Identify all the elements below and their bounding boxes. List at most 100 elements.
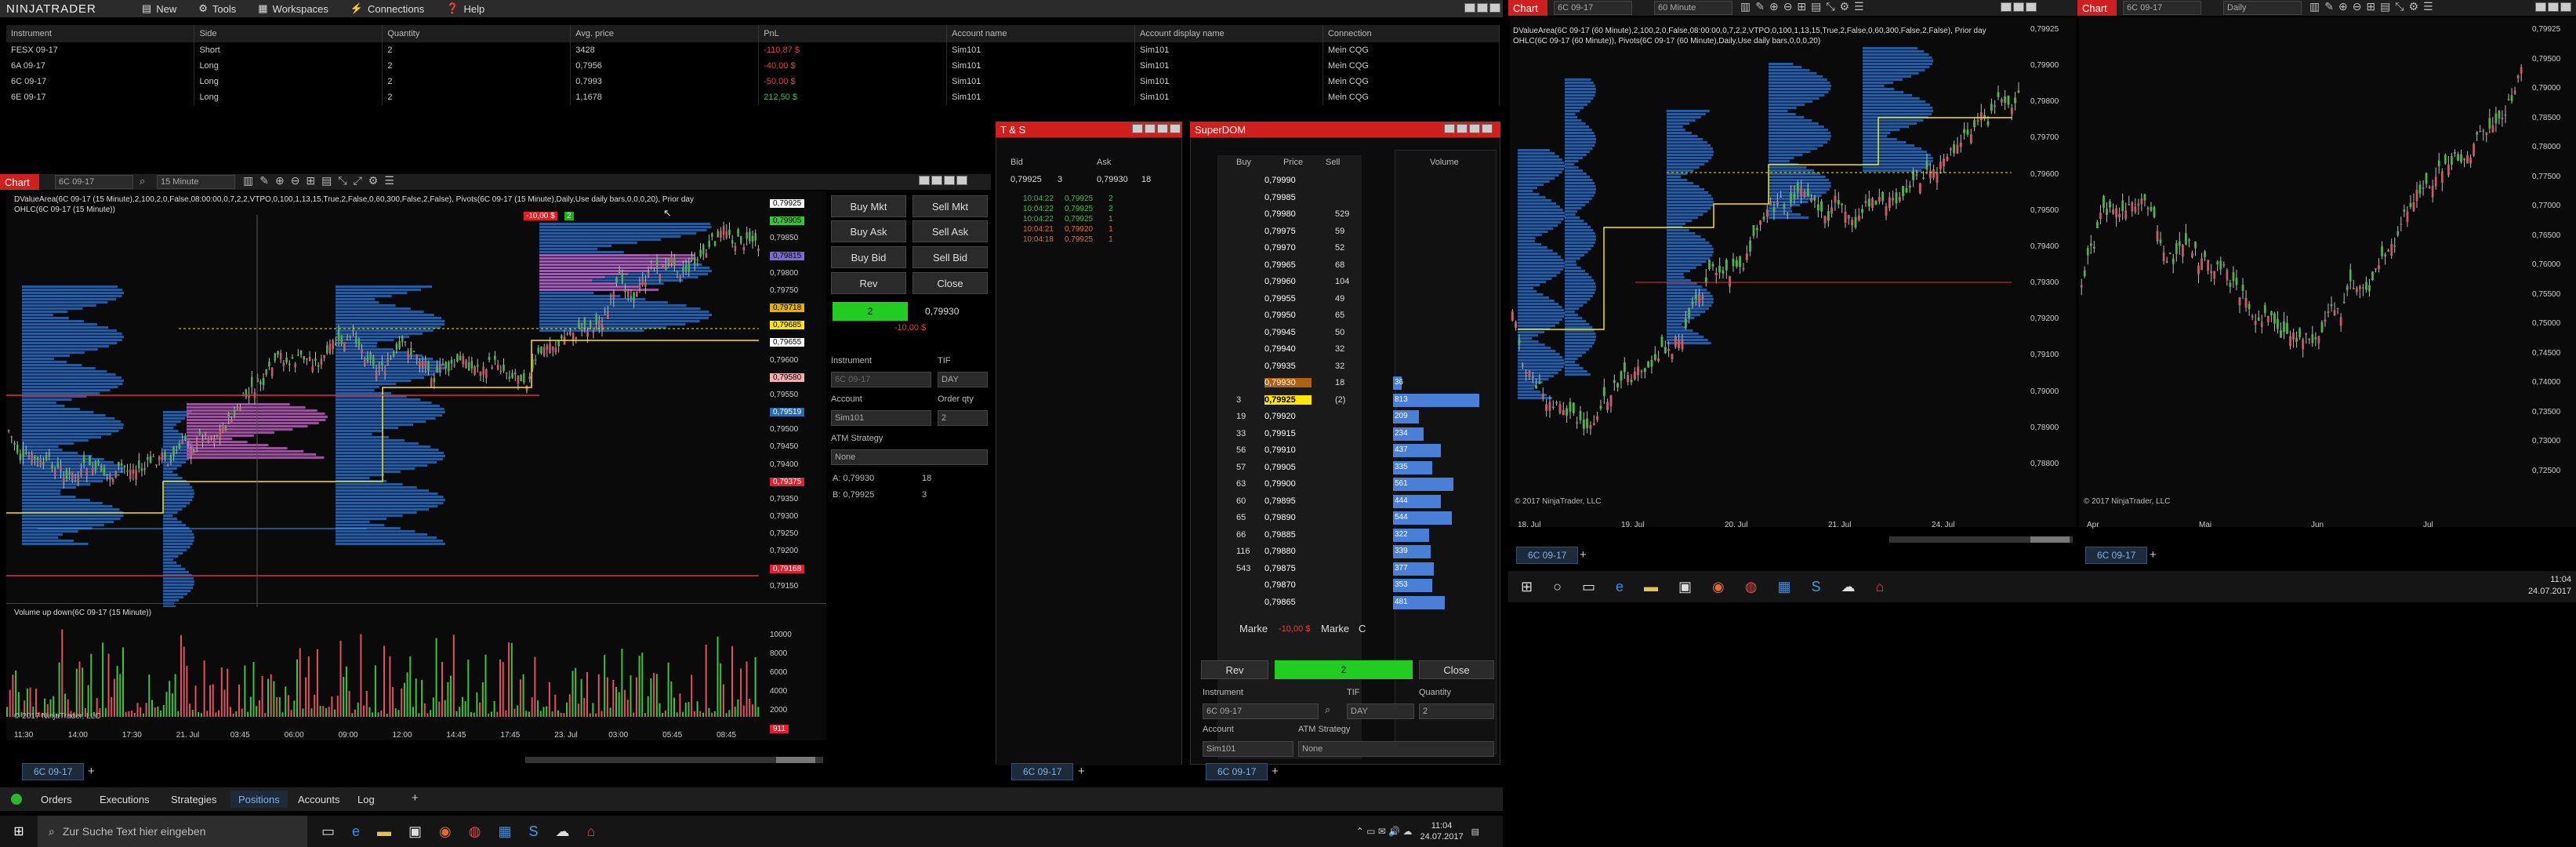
teamviewer-icon[interactable]: ▦: [498, 823, 511, 840]
close-button[interactable]: [2026, 2, 2037, 12]
chart-tool-icons[interactable]: ▥✎⊕⊖⊞▤⤡⚙☰: [1740, 0, 1869, 13]
windows-start-icon[interactable]: ⊞: [0, 823, 38, 839]
add-tab-button[interactable]: +: [1272, 765, 1279, 778]
add-tab-button[interactable]: +: [412, 791, 419, 805]
chart2-time-axis[interactable]: 18. Jul 19. Jul 20. Jul 21. Jul 24. Jul: [1510, 521, 2027, 532]
menu-new[interactable]: ▤ New: [142, 2, 176, 15]
positions-col-header[interactable]: Account name: [946, 25, 1136, 42]
dom-cell[interactable]: 0,79885: [1264, 530, 1312, 540]
explorer-icon[interactable]: ▬: [377, 823, 391, 840]
dom-cell[interactable]: 0,79940: [1264, 344, 1312, 354]
tif-select[interactable]: DAY: [938, 372, 988, 387]
dom-row[interactable]: 33 0,79915 234: [1217, 426, 1500, 442]
tab-strategies[interactable]: Strategies: [163, 791, 225, 808]
dom-row[interactable]: 0,79970 52: [1217, 240, 1500, 256]
dom-row[interactable]: 0,79960 104: [1217, 274, 1500, 290]
order-qty-stepper[interactable]: 2: [938, 410, 988, 426]
dom-cell[interactable]: 0,79930: [1264, 378, 1312, 387]
dom-cell[interactable]: 32: [1335, 362, 1366, 371]
sell-bid-button[interactable]: Sell Bid: [912, 246, 988, 268]
close-button[interactable]: [1489, 3, 1500, 13]
positions-col-header[interactable]: Instrument: [6, 25, 195, 42]
firefox-icon[interactable]: ◉: [439, 823, 452, 840]
dom-instrument-select[interactable]: 6C 09-17: [1203, 703, 1319, 719]
sell-ask-button[interactable]: Sell Ask: [912, 220, 988, 242]
chart2-scrollbar[interactable]: [1889, 536, 2073, 543]
menu-help[interactable]: ❓ Help: [446, 2, 484, 15]
chart2-instrument-select[interactable]: 6C 09-17: [1554, 1, 1632, 15]
dom-row[interactable]: 0,79985: [1217, 190, 1500, 206]
tray-icons[interactable]: ⌃ ▭ ✉ 🔊 ☁: [1356, 826, 1413, 837]
chart1-period-select[interactable]: 15 Minute: [157, 175, 235, 189]
chart1-price-axis[interactable]: 0,79925 0,79905 0,79850 0,79815 0,79800 0,797…: [767, 191, 826, 740]
dom-row[interactable]: 66 0,79885 322: [1217, 527, 1500, 543]
dom-cell[interactable]: 0,79865: [1264, 598, 1312, 607]
notification-icon[interactable]: ▤: [1471, 827, 1479, 837]
maximize-button[interactable]: [1469, 124, 1480, 133]
firefox-icon[interactable]: ◉: [1712, 579, 1725, 595]
chart1-instrument-select[interactable]: 6C 09-17: [55, 175, 133, 189]
dom-cell[interactable]: 32: [1335, 344, 1366, 354]
dom-cell[interactable]: 104: [1335, 277, 1366, 286]
dom-cell[interactable]: 0,79920: [1264, 412, 1312, 421]
skype-icon[interactable]: S: [1811, 579, 1820, 595]
dom-row[interactable]: 63 0,79900 561: [1217, 476, 1500, 493]
maximize-button[interactable]: [2560, 2, 2571, 12]
dom-row[interactable]: 0,79975 59: [1217, 224, 1500, 240]
dom-row[interactable]: 19 0,79920 209: [1217, 409, 1500, 425]
chart1-time-axis[interactable]: 11:30 14:00 17:30 21. Jul 03:45 06:00 09:00 12:…: [6, 731, 763, 742]
dom-row[interactable]: 65 0,79890 544: [1217, 510, 1500, 526]
atm-select[interactable]: None: [831, 449, 988, 465]
dom-cell[interactable]: 0,79905: [1264, 463, 1312, 472]
ninjatrader-icon[interactable]: ⌂: [1875, 579, 1884, 595]
menu-tools[interactable]: ⚙ Tools: [198, 2, 236, 15]
dom-atm-select[interactable]: None: [1298, 741, 1494, 757]
dom-row[interactable]: 0,79870 353: [1217, 577, 1500, 594]
network-app-icon[interactable]: ☁: [556, 823, 570, 840]
dom-cell[interactable]: 0,79915: [1264, 429, 1312, 438]
minimize-button[interactable]: [2548, 2, 2559, 12]
dom-cell[interactable]: 0,79985: [1264, 193, 1312, 202]
positions-row[interactable]: 6C 09-17 Long 2 0,7993 -50,00 $ Sim101 Sim101 M…: [6, 74, 1500, 89]
dom-cell[interactable]: 0,79880: [1264, 547, 1312, 556]
dom-cell[interactable]: 0,79875: [1264, 564, 1312, 573]
maximize-button[interactable]: [1477, 3, 1488, 13]
add-tab-button[interactable]: +: [2150, 548, 2157, 562]
ts-instrument-tab[interactable]: 6C 09-17: [1011, 763, 1074, 780]
search-icon[interactable]: ⌕: [140, 175, 145, 187]
tab-positions[interactable]: Positions: [230, 791, 288, 808]
dom-cell[interactable]: 0,79980: [1264, 209, 1312, 219]
dom-qty-stepper[interactable]: 2: [1419, 703, 1494, 719]
market-sell-button[interactable]: Marke: [1321, 623, 1349, 634]
dom-row[interactable]: 543 0,79875 377: [1217, 561, 1500, 577]
chart3-instrument-tab[interactable]: 6C 09-17: [2085, 547, 2148, 564]
positions-col-header[interactable]: Quantity: [382, 25, 571, 42]
dom-cell[interactable]: 0,79945: [1264, 328, 1312, 337]
add-tab-button[interactable]: +: [88, 765, 95, 778]
positions-col-header[interactable]: Side: [194, 25, 383, 42]
taskbar-search[interactable]: ⌕ Zur Suche Text hier eingeben: [38, 816, 307, 847]
positions-col-header[interactable]: Avg. price: [570, 25, 760, 42]
maximize-button[interactable]: [1157, 124, 1168, 133]
chrome-icon[interactable]: ◍: [1745, 579, 1758, 595]
dom-cell[interactable]: 0,79950: [1264, 311, 1312, 320]
minimize-button[interactable]: [1457, 124, 1468, 133]
dom-row[interactable]: 56 0,79910 437: [1217, 442, 1500, 459]
dom-row[interactable]: 0,79865 481: [1217, 594, 1500, 611]
teamviewer-icon[interactable]: ▦: [1777, 579, 1791, 595]
positions-col-header[interactable]: Account display name: [1134, 25, 1323, 42]
task-view-icon[interactable]: ▭: [1582, 579, 1595, 595]
chart3-instrument-select[interactable]: 6C 09-17: [2123, 1, 2201, 15]
dom-cell[interactable]: 529: [1335, 209, 1366, 219]
close-position-button[interactable]: Close: [912, 272, 988, 294]
chart2-area[interactable]: DValueArea(6C 09-17 (60 Minute),2,100,2,…: [1510, 17, 2076, 529]
link-button[interactable]: [1132, 124, 1143, 133]
dom-cell[interactable]: 49: [1335, 294, 1366, 304]
chart3-area[interactable]: 0,79925 0,79500 0,79000 0,78500 0,78000 0,775…: [2079, 17, 2576, 529]
store-icon[interactable]: ▣: [408, 823, 422, 840]
chart-tool-icons[interactable]: ▥✎⊕⊖⊞▤⤡⤢⚙☰: [243, 174, 401, 187]
dom-cell[interactable]: 0,79870: [1264, 580, 1312, 590]
chart1-instrument-tab[interactable]: 6C 09-17: [22, 763, 85, 780]
dom-row[interactable]: 0,79980 529: [1217, 206, 1500, 223]
dom-row[interactable]: 3 0,79925 (2) 813: [1217, 392, 1500, 409]
